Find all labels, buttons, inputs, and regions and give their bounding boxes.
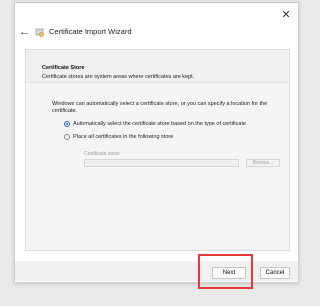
- back-arrow-icon[interactable]: ←: [19, 26, 30, 38]
- certificate-store-input[interactable]: [84, 159, 239, 167]
- wizard-content: Certificate Store Certificate stores are…: [25, 49, 290, 251]
- page-title: Certificate Store: [42, 65, 85, 71]
- title-bar: ← Certificate Import Wizard: [15, 23, 298, 45]
- intro-text: Windows can automatically select a certi…: [52, 101, 268, 114]
- window-title: Certificate Import Wizard: [49, 27, 132, 36]
- radio-selected-icon[interactable]: [64, 121, 70, 127]
- radio-unselected-icon[interactable]: [64, 134, 70, 140]
- wizard-footer: Next Cancel: [15, 261, 298, 281]
- auto-select-option[interactable]: Automatically select the certificate sto…: [64, 121, 246, 127]
- certificate-icon: [35, 28, 44, 37]
- page-body: Windows can automatically select a certi…: [26, 83, 289, 249]
- certificate-import-wizard-window: ✕ ← Certificate Import Wizard Certificat…: [14, 2, 299, 283]
- close-icon[interactable]: ✕: [278, 7, 294, 23]
- place-in-store-option[interactable]: Place all certificates in the following …: [64, 134, 173, 140]
- certificate-store-label: Certificate store:: [84, 151, 121, 157]
- browse-button[interactable]: Browse...: [246, 159, 280, 167]
- cancel-button[interactable]: Cancel: [260, 267, 290, 279]
- page-subtitle: Certificate stores are system areas wher…: [42, 74, 195, 80]
- auto-select-label: Automatically select the certificate sto…: [73, 121, 247, 127]
- next-button[interactable]: Next: [212, 267, 246, 279]
- place-in-store-label: Place all certificates in the following …: [73, 134, 174, 140]
- page-header: Certificate Store Certificate stores are…: [26, 50, 289, 83]
